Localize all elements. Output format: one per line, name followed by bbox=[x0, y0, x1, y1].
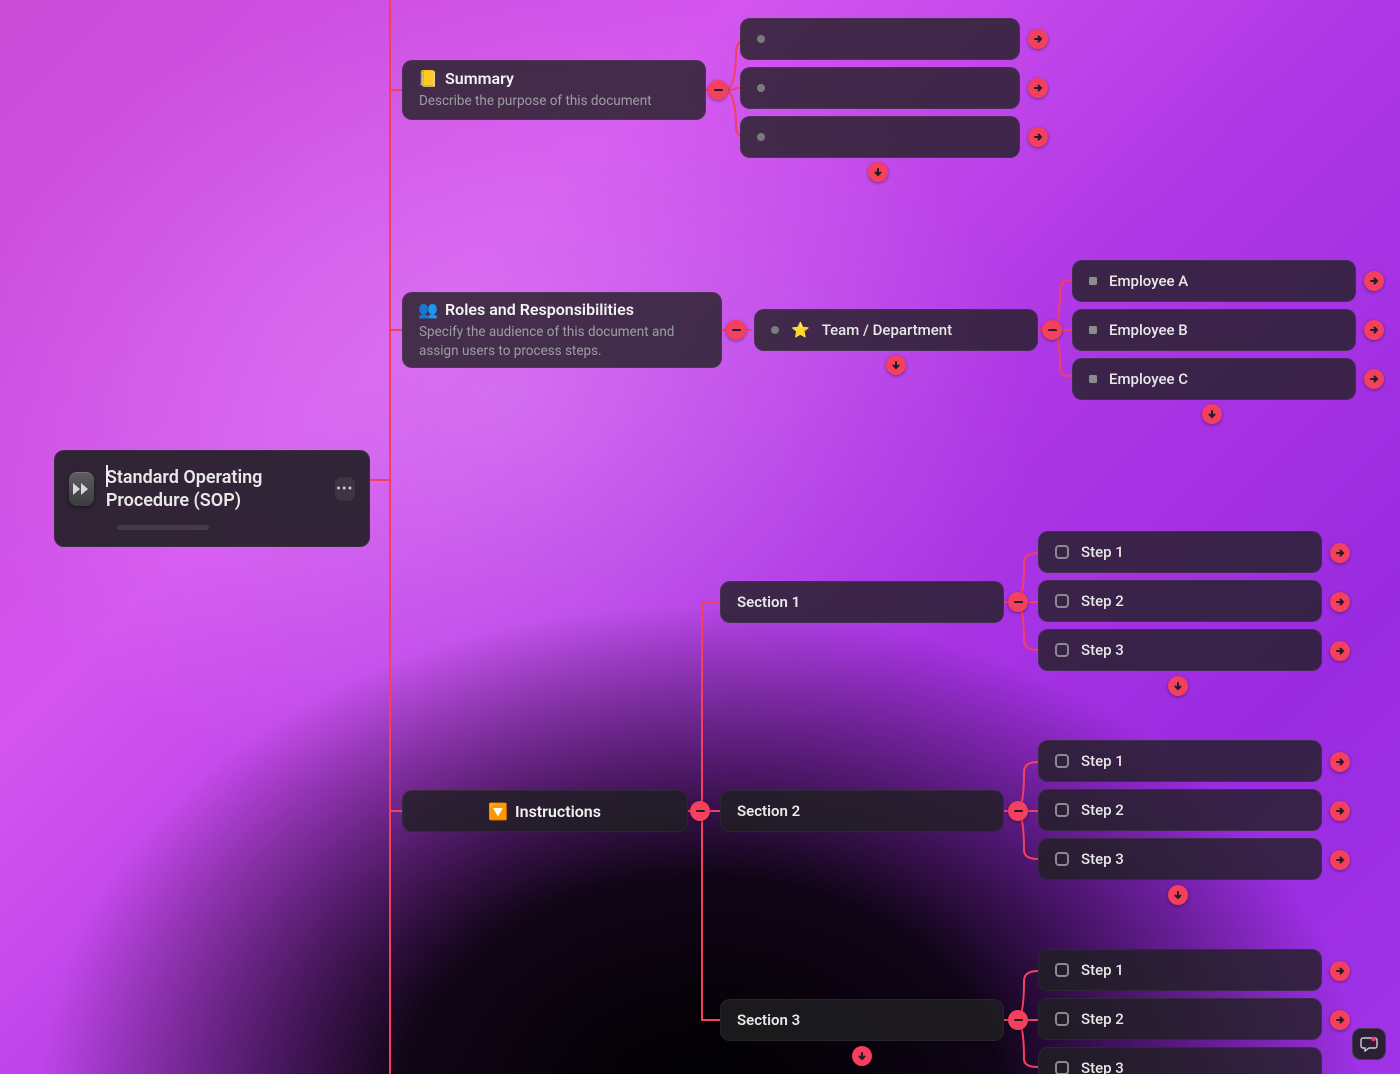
node-section-3[interactable]: Section 3 bbox=[720, 999, 1004, 1041]
expand-arrow-button[interactable] bbox=[1330, 961, 1350, 981]
checkbox-icon bbox=[1055, 754, 1069, 768]
node-summary-subtitle: Describe the purpose of this document bbox=[419, 92, 689, 110]
collapse-button[interactable] bbox=[1008, 592, 1028, 612]
node-summary[interactable]: 📒 Summary Describe the purpose of this do… bbox=[402, 60, 706, 120]
node-employee-c[interactable]: Employee C bbox=[1072, 358, 1356, 400]
node-section-2[interactable]: Section 2 bbox=[720, 790, 1004, 832]
expand-arrow-button[interactable] bbox=[1028, 78, 1048, 98]
expand-arrow-button[interactable] bbox=[1330, 641, 1350, 661]
summary-bullet-3[interactable] bbox=[740, 116, 1020, 158]
expand-arrow-button[interactable] bbox=[1330, 752, 1350, 772]
checkbox-icon bbox=[1055, 545, 1069, 559]
node-section-3-step-3[interactable]: Step 3 bbox=[1038, 1047, 1322, 1074]
node-roles-title: Roles and Responsibilities bbox=[445, 300, 634, 319]
root-title[interactable]: Standard Operating Procedure (SOP) bbox=[106, 465, 323, 513]
root-more-button[interactable]: ••• bbox=[335, 477, 355, 501]
node-section-3-step-2[interactable]: Step 2 bbox=[1038, 998, 1322, 1040]
node-team[interactable]: ⭐ Team / Department bbox=[754, 309, 1038, 351]
collapse-button[interactable] bbox=[708, 80, 728, 100]
step-label: Step 2 bbox=[1081, 801, 1124, 819]
summary-bullet-1[interactable] bbox=[740, 18, 1020, 60]
node-section-1-step-3[interactable]: Step 3 bbox=[1038, 629, 1322, 671]
down-arrow-icon: 🔽 bbox=[489, 802, 507, 821]
add-below-button[interactable] bbox=[1168, 885, 1188, 905]
expand-arrow-button[interactable] bbox=[1028, 29, 1048, 49]
collapse-button[interactable] bbox=[690, 801, 710, 821]
checkbox-icon bbox=[1055, 643, 1069, 657]
collapse-button[interactable] bbox=[1042, 320, 1062, 340]
checkbox-icon bbox=[1055, 803, 1069, 817]
checkbox-icon bbox=[1055, 1061, 1069, 1074]
checkbox-icon bbox=[1055, 1012, 1069, 1026]
square-icon bbox=[1089, 326, 1097, 334]
node-section-2-step-3[interactable]: Step 3 bbox=[1038, 838, 1322, 880]
node-instructions[interactable]: 🔽 Instructions bbox=[402, 790, 688, 832]
expand-arrow-button[interactable] bbox=[1330, 543, 1350, 563]
node-employee-b[interactable]: Employee B bbox=[1072, 309, 1356, 351]
node-roles[interactable]: 👥 Roles and Responsibilities Specify the … bbox=[402, 292, 722, 368]
root-node[interactable]: Standard Operating Procedure (SOP) ••• bbox=[54, 450, 370, 547]
node-employee-b-label: Employee B bbox=[1109, 321, 1188, 339]
bullet-icon bbox=[757, 133, 765, 141]
expand-arrow-button[interactable] bbox=[1330, 801, 1350, 821]
step-label: Step 3 bbox=[1081, 850, 1124, 868]
node-section-2-label: Section 2 bbox=[737, 802, 800, 820]
text-cursor bbox=[106, 465, 108, 487]
square-icon bbox=[1089, 277, 1097, 285]
bullet-icon bbox=[757, 35, 765, 43]
step-label: Step 2 bbox=[1081, 1010, 1124, 1028]
fast-forward-icon bbox=[69, 472, 94, 506]
step-label: Step 1 bbox=[1081, 752, 1124, 770]
checkbox-icon bbox=[1055, 852, 1069, 866]
add-below-button[interactable] bbox=[1202, 404, 1222, 424]
root-subtitle-placeholder bbox=[117, 525, 209, 530]
add-below-button[interactable] bbox=[868, 162, 888, 182]
expand-arrow-button[interactable] bbox=[1364, 320, 1384, 340]
step-label: Step 1 bbox=[1081, 961, 1124, 979]
expand-arrow-button[interactable] bbox=[1364, 271, 1384, 291]
node-section-3-step-1[interactable]: Step 1 bbox=[1038, 949, 1322, 991]
feedback-button[interactable] bbox=[1352, 1028, 1386, 1060]
expand-arrow-button[interactable] bbox=[1330, 592, 1350, 612]
summary-bullet-2[interactable] bbox=[740, 67, 1020, 109]
add-below-button[interactable] bbox=[1168, 676, 1188, 696]
bullet-icon bbox=[757, 84, 765, 92]
step-label: Step 1 bbox=[1081, 543, 1124, 561]
expand-arrow-button[interactable] bbox=[1028, 127, 1048, 147]
node-section-2-step-1[interactable]: Step 1 bbox=[1038, 740, 1322, 782]
expand-arrow-button[interactable] bbox=[1330, 850, 1350, 870]
step-label: Step 3 bbox=[1081, 641, 1124, 659]
people-icon: 👥 bbox=[419, 300, 437, 319]
node-employee-a-label: Employee A bbox=[1109, 272, 1188, 290]
notebook-icon: 📒 bbox=[419, 69, 437, 88]
collapse-button[interactable] bbox=[1008, 801, 1028, 821]
add-below-button[interactable] bbox=[886, 355, 906, 375]
collapse-button[interactable] bbox=[726, 320, 746, 340]
node-instructions-title: Instructions bbox=[515, 802, 601, 821]
node-employee-c-label: Employee C bbox=[1109, 370, 1188, 388]
collapse-button[interactable] bbox=[1008, 1010, 1028, 1030]
checkbox-icon bbox=[1055, 594, 1069, 608]
node-section-3-label: Section 3 bbox=[737, 1011, 800, 1029]
step-label: Step 3 bbox=[1081, 1059, 1124, 1074]
add-below-button[interactable] bbox=[852, 1046, 872, 1066]
node-summary-title: Summary bbox=[445, 69, 514, 88]
node-roles-subtitle: Specify the audience of this document an… bbox=[419, 323, 705, 359]
expand-arrow-button[interactable] bbox=[1330, 1010, 1350, 1030]
checkbox-icon bbox=[1055, 963, 1069, 977]
star-icon: ⭐ bbox=[791, 321, 810, 339]
node-section-1-label: Section 1 bbox=[737, 593, 800, 611]
node-section-2-step-2[interactable]: Step 2 bbox=[1038, 789, 1322, 831]
node-section-1-step-1[interactable]: Step 1 bbox=[1038, 531, 1322, 573]
step-label: Step 2 bbox=[1081, 592, 1124, 610]
node-employee-a[interactable]: Employee A bbox=[1072, 260, 1356, 302]
mindmap-canvas[interactable]: { "accent": "#f43f5e", "root": { "title"… bbox=[0, 0, 1400, 1074]
square-icon bbox=[1089, 375, 1097, 383]
expand-arrow-button[interactable] bbox=[1364, 369, 1384, 389]
bullet-icon bbox=[771, 326, 779, 334]
node-section-1-step-2[interactable]: Step 2 bbox=[1038, 580, 1322, 622]
node-team-label: Team / Department bbox=[822, 321, 952, 339]
node-section-1[interactable]: Section 1 bbox=[720, 581, 1004, 623]
